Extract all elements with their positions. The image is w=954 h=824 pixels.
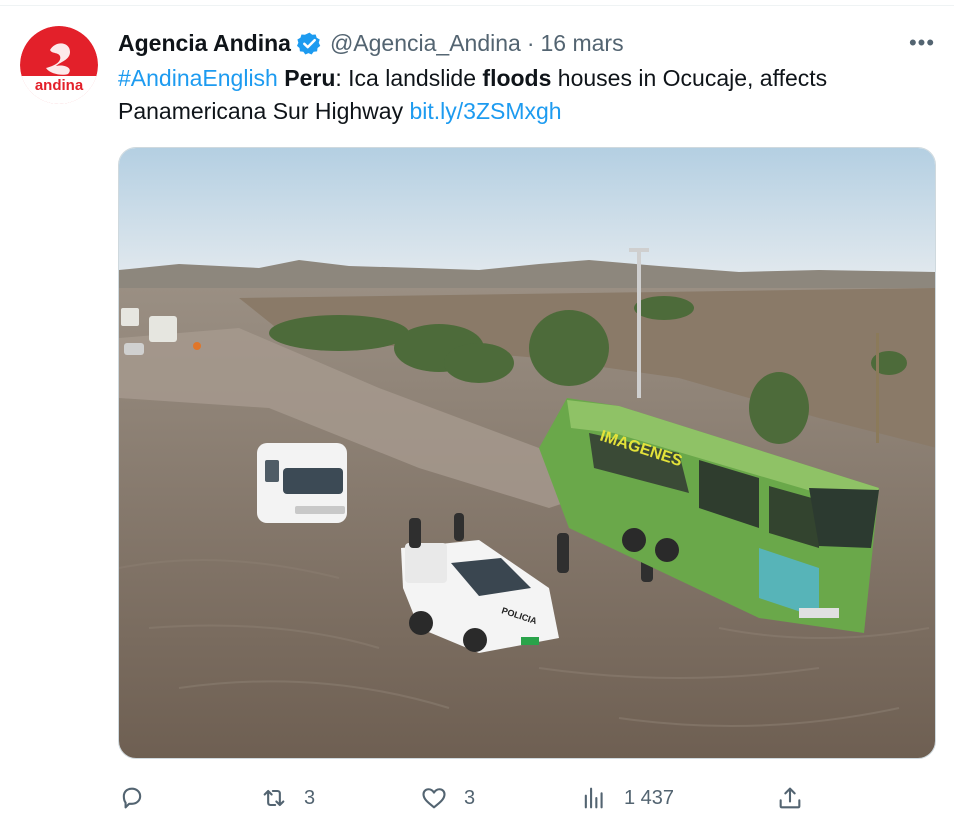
tweet-date[interactable]: 16 mars (541, 30, 624, 57)
reply-button[interactable] (118, 778, 162, 818)
url-link[interactable]: bit.ly/3ZSMxgh (409, 98, 561, 124)
verified-badge-icon (296, 32, 321, 54)
avatar-label: andina (35, 77, 84, 94)
more-options-button[interactable]: ••• (906, 29, 938, 57)
views-count: 1 437 (624, 786, 675, 809)
views-icon (584, 787, 603, 809)
like-button[interactable]: 3 (420, 778, 475, 818)
hashtag-link[interactable]: #AndinaEnglish (118, 65, 278, 91)
reply-icon (122, 787, 142, 809)
share-icon (779, 787, 801, 809)
retweet-count: 3 (304, 786, 316, 809)
text-part-1: : Ica landslide (335, 65, 483, 91)
share-button[interactable] (776, 778, 820, 818)
andina-logo-icon: andina (20, 26, 98, 104)
tweet-photo[interactable]: POLICIA IMAGENES (118, 147, 936, 759)
author-name[interactable]: Agencia Andina (118, 30, 291, 57)
tweet-text: #AndinaEnglish Peru: Ica landslide flood… (118, 62, 918, 128)
views-button[interactable]: 1 437 (580, 778, 674, 818)
text-bold-floods: floods (482, 65, 552, 91)
tweet-actions: 3 3 1 437 (118, 778, 938, 818)
header-separator: · (526, 29, 535, 56)
flood-photo: POLICIA IMAGENES (119, 148, 935, 758)
heart-icon (422, 788, 446, 809)
tweet-header: Agencia Andina @Agencia_Andina · 16 mars (118, 28, 624, 58)
like-count: 3 (464, 786, 476, 809)
top-divider (0, 5, 954, 6)
author-handle[interactable]: @Agencia_Andina (330, 30, 521, 57)
retweet-icon (263, 789, 285, 807)
text-bold-peru: Peru (284, 65, 336, 91)
retweet-button[interactable]: 3 (260, 778, 315, 818)
avatar[interactable]: andina (20, 26, 98, 104)
